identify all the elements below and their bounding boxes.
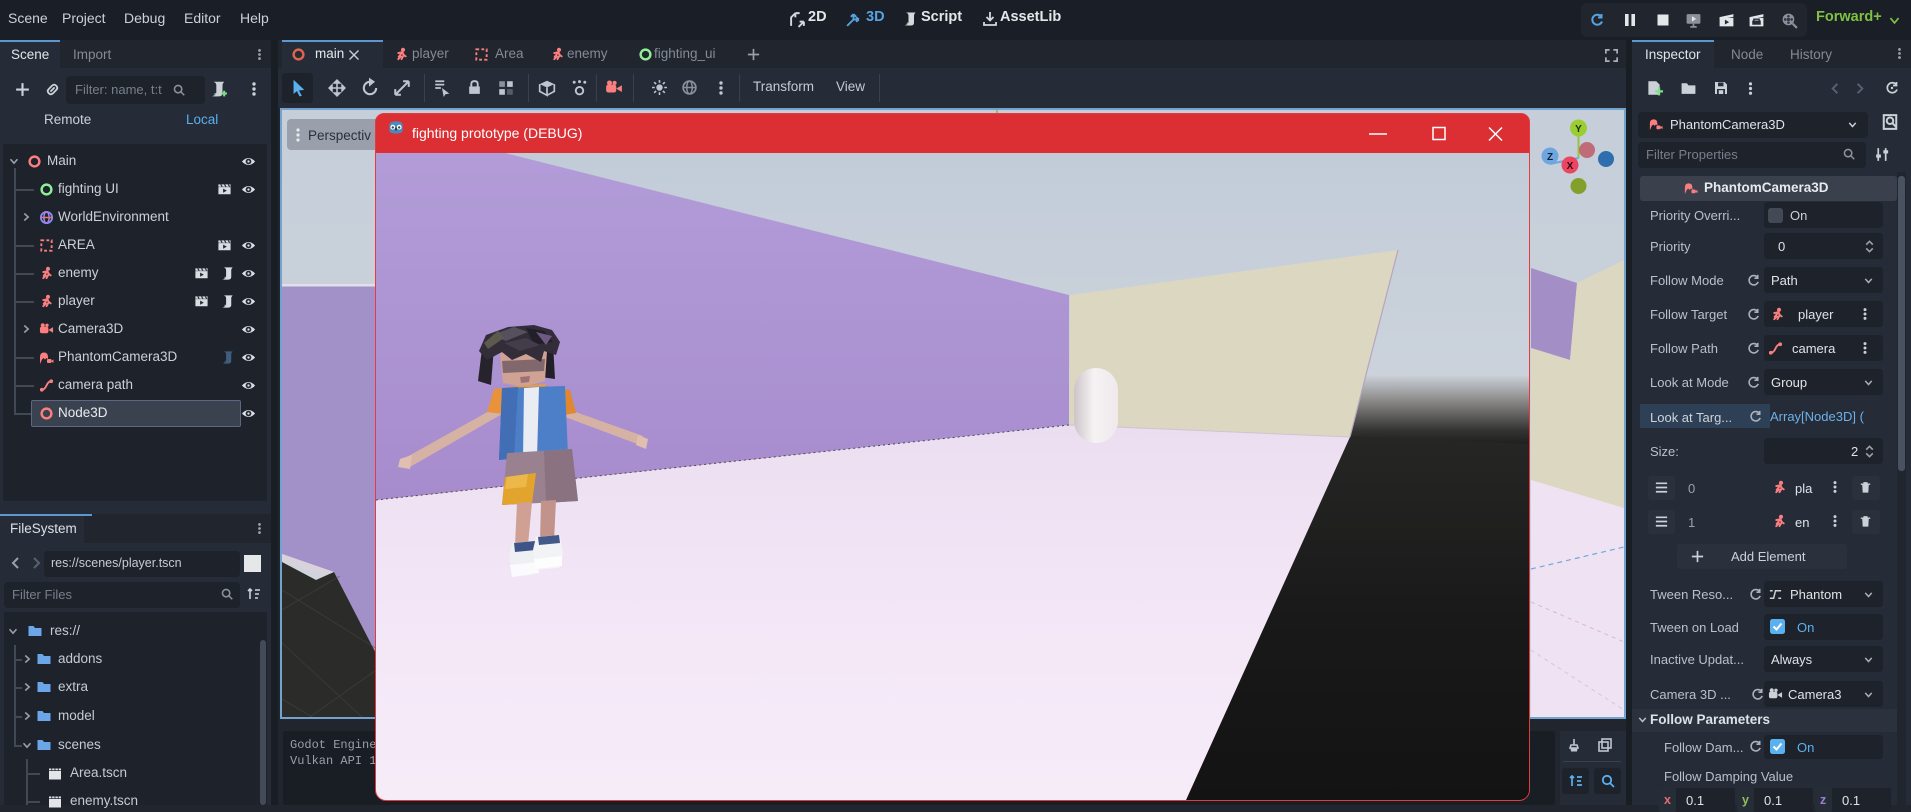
svg-text:X: X bbox=[1567, 161, 1574, 172]
svg-text:Perspectiv: Perspectiv bbox=[308, 128, 371, 143]
svg-text:Y: Y bbox=[1575, 124, 1582, 135]
svg-text:Z: Z bbox=[1547, 152, 1553, 163]
